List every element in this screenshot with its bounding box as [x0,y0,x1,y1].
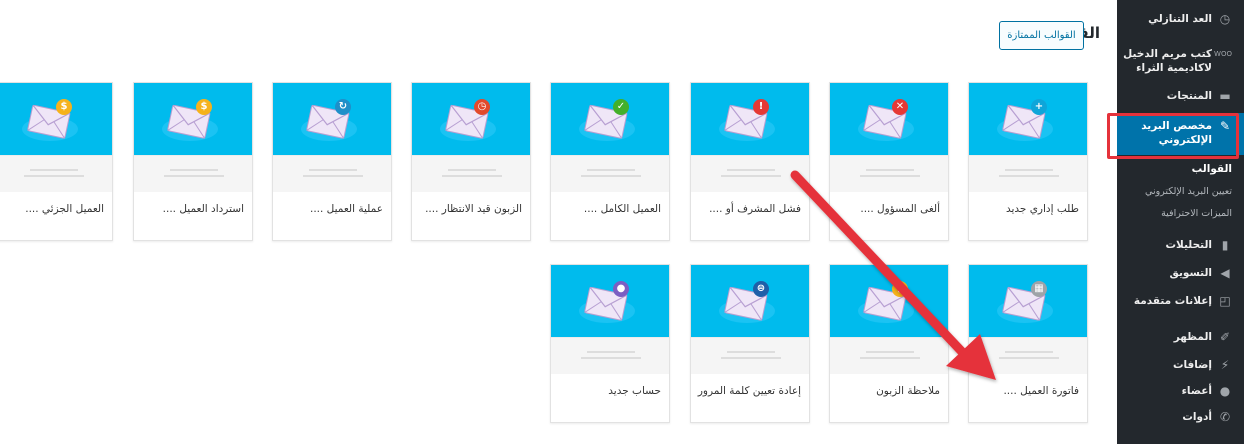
user-icon: ● [1219,384,1231,398]
template-label: عملية العميل .... [309,203,383,215]
template-preview-lines [273,155,391,192]
template-card[interactable]: ▦ فاتورة العميل .... [968,264,1088,423]
submenu-pro-features[interactable]: الميزات الاحترافية [1161,208,1232,219]
sidebar-item-products[interactable]: ▬ المنتجات [1117,89,1244,103]
template-card[interactable]: $ العميل الجزئي .... [0,82,113,241]
sidebar-item-advanced-ads[interactable]: ◰ إعلانات متقدمة [1117,294,1244,308]
status-badge-icon: ▮ [892,281,908,297]
template-label: فشل المشرف أو .... [709,203,801,215]
template-preview-lines [412,155,530,192]
template-card[interactable]: ⊜ إعادة تعيين كلمة المرور [690,264,810,423]
chart-icon: ▮ [1221,238,1229,252]
template-preview-lines [551,337,669,374]
template-thumbnail: ↻ [273,83,391,155]
template-card[interactable]: ◷ الزبون قيد الانتظار .... [411,82,531,241]
main-content: القوالب القوالب الممتازة +طلب إداري جديد… [0,0,1117,444]
premium-templates-button[interactable]: القوالب الممتازة [999,21,1084,50]
template-card[interactable]: $ استرداد العميل .... [133,82,253,241]
status-badge-icon: ✕ [892,99,908,115]
sidebar-item-label: المنتجات [1166,90,1212,102]
template-preview-lines [691,155,809,192]
template-thumbnail: ▦ [969,265,1087,337]
status-badge-icon: ! [753,99,769,115]
template-card[interactable]: ● حساب جديد [550,264,670,423]
appearance-icon: ✐ [1219,330,1231,344]
sidebar-item-label: أدوات [1182,411,1212,423]
template-card[interactable]: ↻ عملية العميل .... [272,82,392,241]
status-badge-icon: ✓ [613,99,629,115]
template-card[interactable]: ▮ ملاحظة الزبون [829,264,949,423]
status-badge-icon: ↻ [335,99,351,115]
status-badge-icon: ◷ [474,99,490,115]
template-thumbnail: ◷ [412,83,530,155]
template-label: طلب إداري جديد [1005,203,1079,215]
sidebar-item-label: العد التنازلي [1148,13,1212,25]
template-preview-lines [969,155,1087,192]
sidebar-item-users[interactable]: ● أعضاء [1117,384,1244,398]
template-label: استرداد العميل .... [162,203,244,215]
template-thumbnail: $ [134,83,252,155]
megaphone-icon: ◀ [1220,266,1230,280]
sidebar-item-appearance[interactable]: ✐ المظهر [1117,330,1244,344]
sidebar-item-label: أعضاء [1181,385,1212,397]
sidebar-item-label: كتب مريم الدخيل لاكاديمية الثراء [1123,48,1212,74]
template-thumbnail: ✕ [830,83,948,155]
status-badge-icon: ⊜ [753,281,769,297]
template-preview-lines [551,155,669,192]
submenu-email-assignment[interactable]: تعيين البريد الإلكتروني [1145,186,1232,197]
clock-icon: ◷ [1219,12,1231,26]
sidebar-item-label: المظهر [1173,331,1212,343]
template-thumbnail: ✓ [551,83,669,155]
status-badge-icon: $ [196,99,212,115]
wrench-icon: ✆ [1219,410,1231,424]
template-thumbnail: + [969,83,1087,155]
ads-icon: ◰ [1219,294,1231,308]
template-label: الزبون قيد الانتظار .... [425,203,522,215]
sidebar-item-label: التسويق [1169,267,1212,279]
sidebar-item-plugins[interactable]: ⚡ إضافات [1117,358,1244,372]
status-badge-icon: ▦ [1031,281,1047,297]
template-thumbnail: ⊜ [691,265,809,337]
woo-icon: WOO [1214,50,1232,58]
sidebar-item-marketing[interactable]: ◀ التسويق [1117,266,1244,280]
template-preview-lines [134,155,252,192]
template-preview-lines [0,155,112,192]
sidebar-item-books[interactable]: WOO كتب مريم الدخيل لاكاديمية الثراء [1117,47,1244,75]
plugin-icon: ⚡ [1220,358,1230,372]
template-label: فاتورة العميل .... [1003,385,1079,397]
template-thumbnail: ! [691,83,809,155]
template-label: العميل الكامل .... [583,203,661,215]
sidebar-item-label: التحليلات [1165,239,1213,251]
template-label: ألغى المسؤول .... [860,203,940,215]
template-preview-lines [969,337,1087,374]
template-preview-lines [691,337,809,374]
sidebar-item-analytics[interactable]: ▮ التحليلات [1117,238,1244,252]
status-badge-icon: + [1031,99,1047,115]
admin-sidebar: ◷ العد التنازلي WOO كتب مريم الدخيل لاكا… [1117,0,1244,444]
sidebar-item-label: إضافات [1172,359,1212,371]
template-label: العميل الجزئي .... [25,203,104,215]
sidebar-item-countdown[interactable]: ◷ العد التنازلي [1117,12,1244,26]
template-label: حساب جديد [608,385,661,397]
template-card[interactable]: ✕ ألغى المسؤول .... [829,82,949,241]
annotation-highlight-box [1107,113,1239,159]
sidebar-item-label: إعلانات متقدمة [1133,295,1212,307]
template-label: ملاحظة الزبون [876,385,940,397]
template-card[interactable]: + طلب إداري جديد [968,82,1088,241]
status-badge-icon: ● [613,281,629,297]
archive-icon: ▬ [1219,89,1231,103]
template-card[interactable]: ✓ العميل الكامل .... [550,82,670,241]
template-preview-lines [830,155,948,192]
template-thumbnail: $ [0,83,112,155]
template-label: إعادة تعيين كلمة المرور [697,385,801,397]
status-badge-icon: $ [56,99,72,115]
submenu-templates[interactable]: القوالب [1192,163,1232,175]
sidebar-item-tools[interactable]: ✆ أدوات [1117,410,1244,424]
template-card[interactable]: ! فشل المشرف أو .... [690,82,810,241]
template-preview-lines [830,337,948,374]
template-thumbnail: ● [551,265,669,337]
template-thumbnail: ▮ [830,265,948,337]
